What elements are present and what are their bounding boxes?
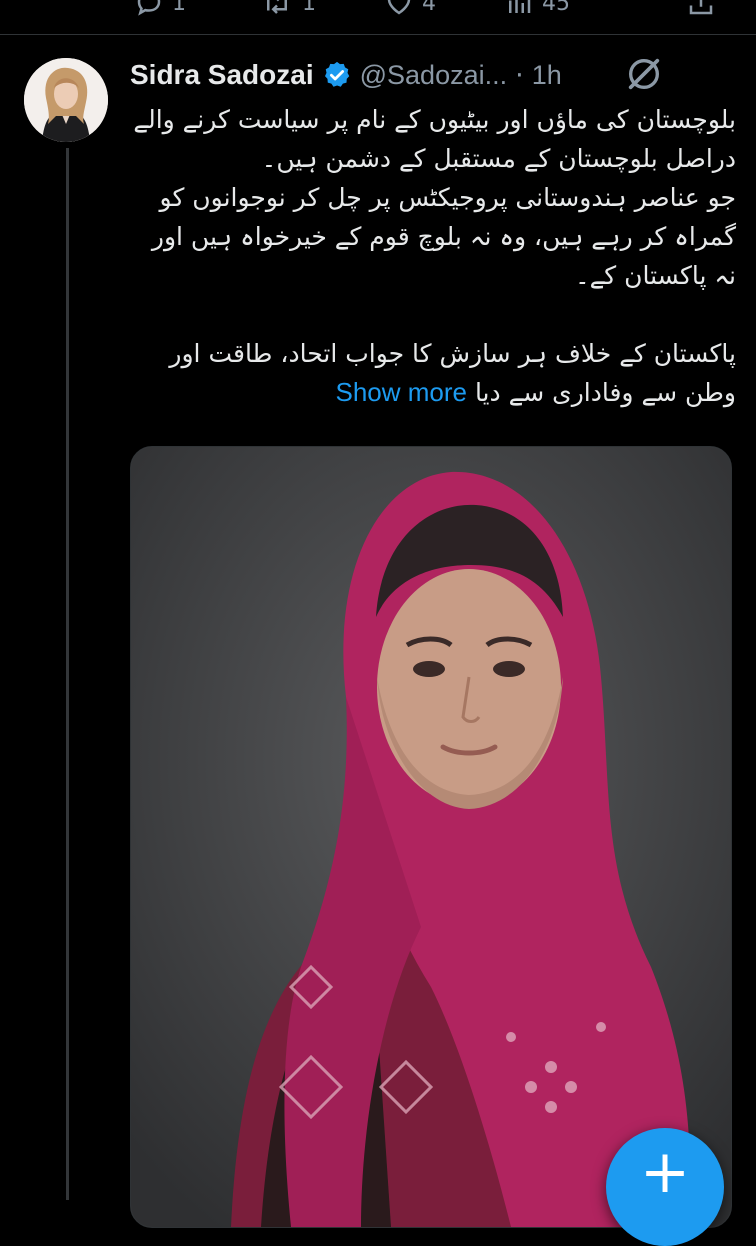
tweet-text: بلوچستان کی ماؤں اور بیٹیوں کے نام پر سی… bbox=[128, 100, 736, 412]
share-icon bbox=[689, 0, 713, 15]
avatar-image bbox=[24, 58, 108, 142]
tweet-paragraph-3: پاکستان کے خلاف ہر سازش کا جواب اتحاد، ط… bbox=[128, 334, 736, 412]
avatar[interactable] bbox=[24, 58, 108, 142]
header-separator: · bbox=[515, 59, 524, 91]
tweet-divider bbox=[0, 34, 756, 35]
reply-action[interactable]: 1 bbox=[134, 0, 186, 18]
reply-count: 1 bbox=[172, 0, 186, 16]
views-action[interactable]: 45 bbox=[504, 0, 570, 18]
like-count: 4 bbox=[422, 0, 436, 16]
author-handle[interactable]: @Sadozai... bbox=[360, 60, 508, 91]
previous-tweet-action-bar: 1 1 4 45 bbox=[0, 0, 756, 22]
views-count: 45 bbox=[542, 0, 570, 16]
share-action[interactable] bbox=[686, 0, 716, 18]
retweet-icon bbox=[267, 0, 287, 14]
like-action[interactable]: 4 bbox=[384, 0, 436, 18]
views-icon bbox=[509, 0, 531, 13]
verified-badge-icon bbox=[324, 61, 349, 87]
retweet-action[interactable]: 1 bbox=[260, 0, 316, 18]
retweet-count: 1 bbox=[302, 0, 316, 16]
tweet-header: Sidra Sadozai @Sadozai... · 1h bbox=[130, 54, 562, 96]
plus-icon: + bbox=[639, 1137, 691, 1207]
tweet-paragraph-2: جو عناصر ہندوستانی پروجیکٹس پر چل کر نوج… bbox=[151, 183, 736, 290]
heart-icon bbox=[387, 0, 411, 15]
reply-icon bbox=[137, 0, 161, 16]
tweet-time[interactable]: 1h bbox=[532, 60, 562, 91]
grok-icon[interactable] bbox=[624, 54, 664, 94]
media-photo bbox=[131, 447, 731, 1227]
author-name[interactable]: Sidra Sadozai bbox=[130, 59, 314, 91]
thread-line bbox=[66, 148, 69, 1200]
tweet-media-image[interactable] bbox=[130, 446, 732, 1228]
tweet-paragraph-1: بلوچستان کی ماؤں اور بیٹیوں کے نام پر سی… bbox=[133, 105, 736, 173]
show-more-link[interactable]: Show more bbox=[335, 377, 467, 407]
compose-button[interactable]: + bbox=[606, 1128, 724, 1246]
